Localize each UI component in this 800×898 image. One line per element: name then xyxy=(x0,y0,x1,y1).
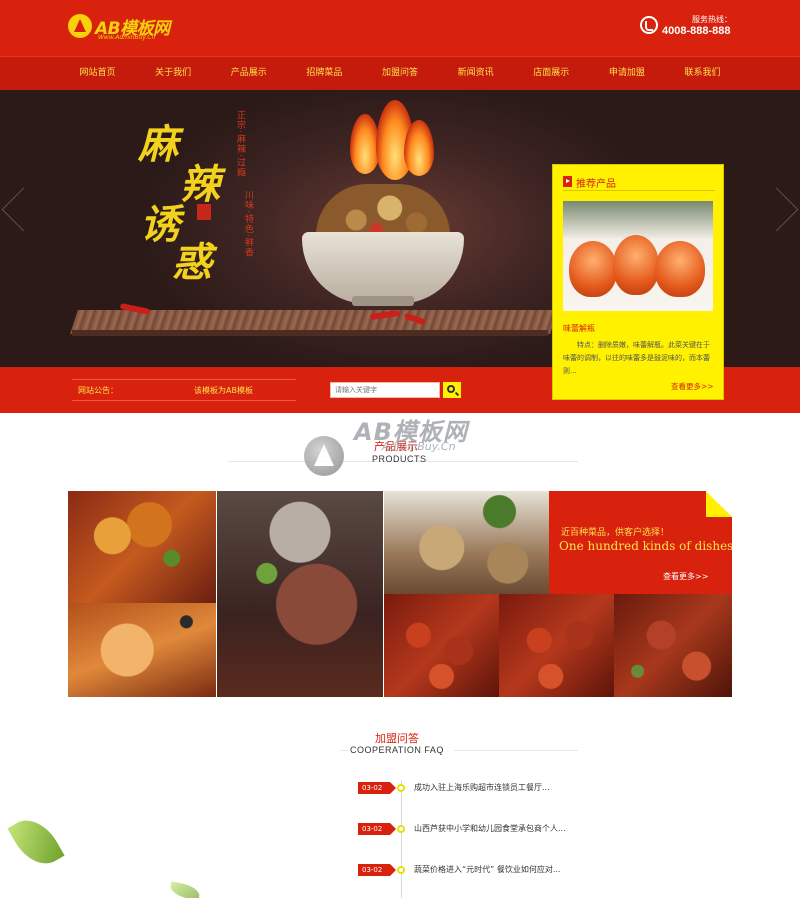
faq-link[interactable]: 蔬菜价格进入“元时代” 餐饮业如何应对... xyxy=(414,864,560,876)
recommended-title: 推荐产品 xyxy=(576,179,616,190)
faq-item[interactable]: 03-02 成功入驻上海乐购超市连锁员工餐厅... xyxy=(358,782,618,798)
product-tile[interactable] xyxy=(384,594,499,697)
faq-date: 03-02 xyxy=(358,823,396,835)
dishes-promo-title-cn: 近百种菜品，供客户选择！ xyxy=(561,528,670,538)
main-nav: 网站首页 关于我们 产品展示 招牌菜品 加盟问答 新闻资讯 店面展示 申请加盟 … xyxy=(0,56,800,90)
nav-item-stores[interactable]: 店面展示 xyxy=(514,57,589,91)
search-icon xyxy=(447,385,455,393)
recommended-product-description: 特点：删除质嫩，味蕾解瓶。此菜关键在于味蕾的调制，以往的味蕾多是鼓泥味的，而本蕾… xyxy=(563,341,710,375)
nav-item-franchise-faq[interactable]: 加盟问答 xyxy=(363,57,438,91)
timeline-dot xyxy=(397,866,405,874)
faq-link[interactable]: 成功入驻上海乐购超市连锁员工餐厅... xyxy=(414,782,550,794)
recommended-product-image[interactable] xyxy=(563,201,713,311)
nav-item-news[interactable]: 新闻资讯 xyxy=(438,57,513,91)
shrimp-image xyxy=(569,241,617,297)
search-button[interactable] xyxy=(443,382,461,398)
nav-item-home[interactable]: 网站首页 xyxy=(60,57,135,91)
faq-link[interactable]: 山西芦获中小学和幼儿园食堂承包商个人... xyxy=(414,823,566,835)
product-tile[interactable] xyxy=(499,594,614,697)
site-header: AB模板网 Www.AdminBuy.Cn 服务热线： 4008-888-888 xyxy=(0,0,800,56)
phone-icon xyxy=(640,16,658,34)
watermark-subtext: AdminBuy.Cn xyxy=(382,440,456,453)
nav-item-about[interactable]: 关于我们 xyxy=(136,57,211,91)
announcement-box: 网站公告： 该模板为AB模板 xyxy=(72,379,296,401)
logo-subtext: Www.AdminBuy.Cn xyxy=(98,34,156,41)
timeline-dot xyxy=(397,784,405,792)
slider-next-arrow[interactable] xyxy=(786,180,800,240)
faq-title-en: COOPERATION FAQ xyxy=(350,745,444,755)
dishes-promo-more-link[interactable]: 查看更多>> xyxy=(663,571,708,582)
announcement-text[interactable]: 该模板为AB模板 xyxy=(194,385,253,396)
bowl-foot xyxy=(352,296,414,306)
hotline: 服务热线： 4008-888-888 xyxy=(640,14,740,44)
section-divider xyxy=(340,750,348,751)
logo-a-icon xyxy=(68,14,92,38)
watermark-a-icon xyxy=(304,436,344,476)
faq-item[interactable]: 03-02 蔬菜价格进入“元时代” 餐饮业如何应对... xyxy=(358,864,618,880)
banner-vertical-text-right: 川味·特色·鲜香 xyxy=(243,190,253,258)
faq-item[interactable]: 03-02 山西芦获中小学和幼儿园食堂承包商个人... xyxy=(358,823,618,839)
dishes-promo-title-en: One hundred kinds of dishes xyxy=(559,539,732,553)
slogan-char: 惑 xyxy=(172,239,212,286)
shrimp-image xyxy=(613,235,659,295)
banner-vertical-text-left: 正宗·麻辣·过瘾 xyxy=(235,110,245,178)
section-divider xyxy=(454,750,578,751)
hotline-number: 4008-888-888 xyxy=(662,25,731,37)
product-tile[interactable] xyxy=(384,491,549,594)
corner-fold xyxy=(706,491,732,517)
faq-date: 03-02 xyxy=(358,782,396,794)
recommended-header: 推荐产品 xyxy=(563,175,715,191)
nav-item-contact[interactable]: 联系我们 xyxy=(665,57,740,91)
hotline-label: 服务热线： xyxy=(692,15,732,24)
dishes-promo-panel: 近百种菜品，供客户选择！ One hundred kinds of dishes… xyxy=(549,491,732,594)
search-input[interactable] xyxy=(330,382,440,398)
leaf-decoration xyxy=(7,810,65,874)
nav-item-products[interactable]: 产品展示 xyxy=(211,57,286,91)
wooden-board-edge xyxy=(72,330,548,336)
shrimp-image xyxy=(655,241,705,297)
recommended-more-link[interactable]: 查看更多>> xyxy=(671,381,714,392)
faq-title-cn: 加盟问答 xyxy=(375,732,419,745)
leaf-decoration xyxy=(169,881,201,898)
slogan-char: 麻 xyxy=(138,121,178,168)
watermark-logo: AB模板网 AdminBuy.Cn xyxy=(302,412,512,476)
faq-date: 03-02 xyxy=(358,864,396,876)
seal-stamp xyxy=(197,204,211,220)
product-tile[interactable] xyxy=(614,594,732,697)
recommended-product-name[interactable]: 味蕾解瓶 xyxy=(563,323,595,334)
slider-prev-arrow[interactable] xyxy=(0,180,14,240)
announcement-label: 网站公告： xyxy=(78,386,118,395)
play-arrow-icon xyxy=(563,176,572,187)
nav-item-signature-dishes[interactable]: 招牌菜品 xyxy=(287,57,362,91)
product-tile[interactable] xyxy=(217,491,383,697)
timeline-dot xyxy=(397,825,405,833)
nav-item-apply[interactable]: 申请加盟 xyxy=(589,57,664,91)
recommended-products-panel: 推荐产品 味蕾解瓶 特点：删除质嫩，味蕾解瓶。此菜关键在于味蕾的调制，以往的味蕾… xyxy=(552,164,724,400)
product-tile[interactable] xyxy=(68,491,216,603)
slogan-char: 辣 xyxy=(180,161,220,208)
product-tile[interactable] xyxy=(68,603,216,697)
